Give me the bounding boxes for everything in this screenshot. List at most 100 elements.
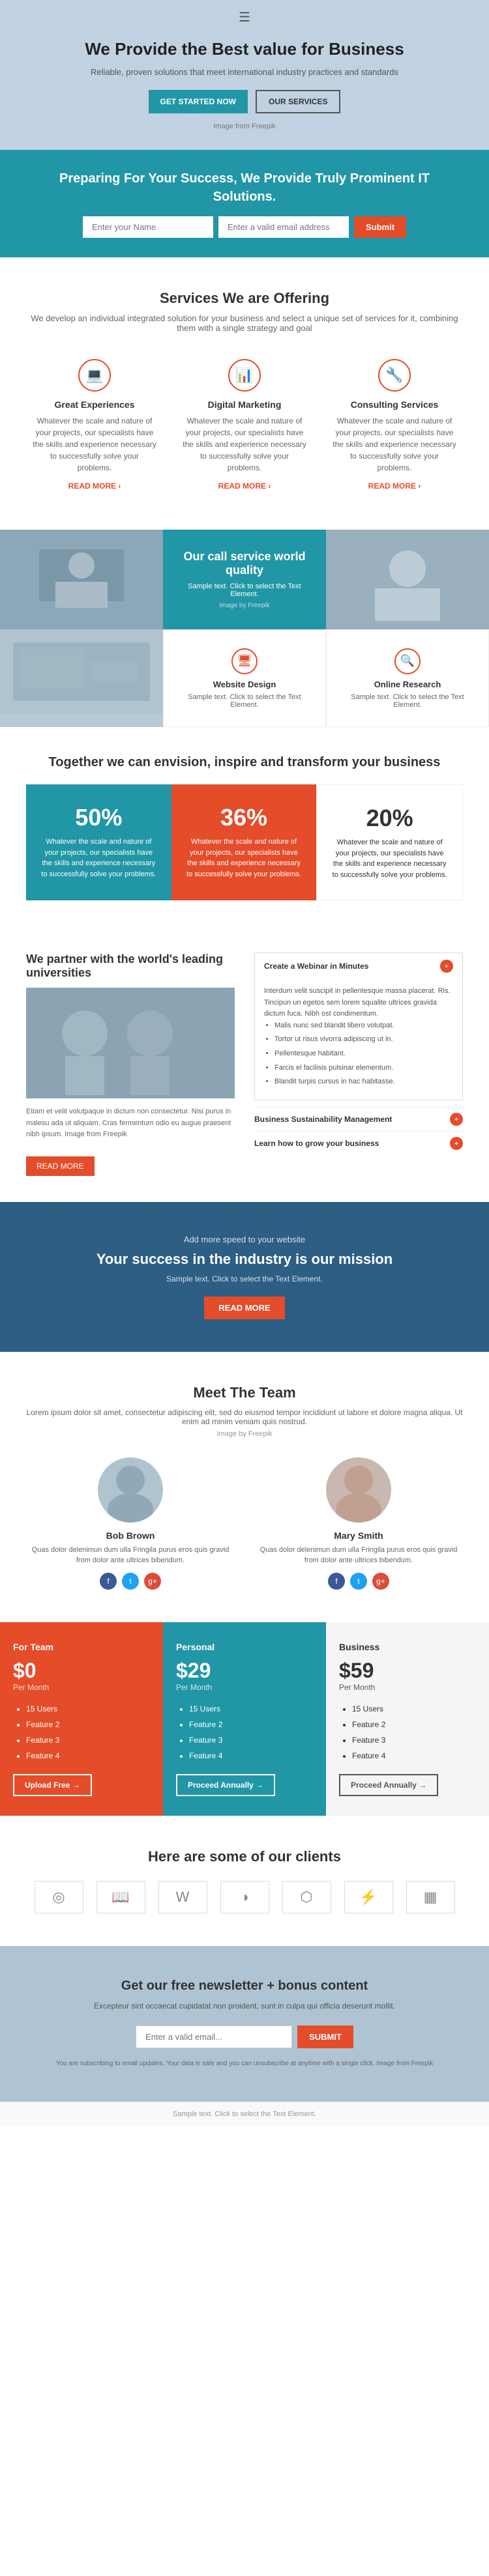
accordion-body: Interdum velit suscipit in pellentesque … <box>255 979 462 1100</box>
list-item: Pellentesque habitant. <box>274 1048 453 1060</box>
service-desc-1: Whatever the scale and nature of your pr… <box>183 415 306 474</box>
clients-section: Here are some of our clients ◎ 📖 W ◑ ⬡ ⚡… <box>0 1816 489 1946</box>
team-desc-0: Quas dolor delenimun dum ulla Fringila p… <box>26 1545 235 1566</box>
mission-section: Add more speed to your website Your succ… <box>0 1202 489 1352</box>
name-input[interactable] <box>83 216 213 238</box>
feature-item: Feature 3 <box>26 1732 150 1748</box>
feature-item: 15 Users <box>352 1701 476 1717</box>
client-logo-5: ⚡ <box>344 1881 393 1913</box>
accordion-list: Malis nunc sed blandit libero volutpat. … <box>264 1020 453 1088</box>
service-card-2: 🔧 Consulting Services Whatever the scale… <box>326 352 463 497</box>
team-social-1: f t g+ <box>254 1573 463 1590</box>
service-readmore-2[interactable]: READ MORE › <box>368 481 421 491</box>
stat-card-0: 50% Whatever the scale and nature of you… <box>26 784 171 900</box>
hero-subtitle: Reliable, proven solutions that meet int… <box>26 67 463 77</box>
accordion-toggle-icon[interactable]: + <box>440 960 453 973</box>
accordion-main: Create a Webinar in Minutes + Interdum v… <box>254 952 463 1100</box>
hero-image-credit: Image from Freepik <box>26 122 463 130</box>
grid-center-title: Our call service world quality <box>176 550 313 577</box>
feature-item: Feature 4 <box>352 1748 476 1764</box>
team-name-1: Mary Smith <box>254 1530 463 1541</box>
our-services-button[interactable]: OUR SERVICES <box>256 90 340 113</box>
footer-item-icon-0[interactable]: + <box>450 1113 463 1126</box>
stat-number-2: 20% <box>330 805 449 832</box>
website-title: Website Design <box>213 680 276 689</box>
service-icon-0: 💻 <box>78 359 111 392</box>
plan-price-1: $29 <box>176 1659 313 1683</box>
plan-price-sub-1: Per Month <box>176 1683 313 1692</box>
newsletter-submit-button[interactable]: SUBMIT <box>297 2025 353 2048</box>
team-card-1: Mary Smith Quas dolor delenimun dum ulla… <box>254 1457 463 1590</box>
grid-bottom-research: 🔍 Online Research Sample text. Click to … <box>326 629 489 727</box>
blue-banner-section: Preparing For Your Success, We Provide T… <box>0 150 489 257</box>
stat-text-2: Whatever the scale and nature of your pr… <box>330 837 449 880</box>
accordion-footer: Business Sustainability Management + Lea… <box>254 1107 463 1155</box>
pricing-card-0: For Team $0 Per Month 15 Users Feature 2… <box>0 1622 163 1816</box>
grid-center-credit: Image by Freepik <box>219 602 269 609</box>
hamburger-icon[interactable]: ☰ <box>239 9 250 25</box>
client-logo-2: W <box>158 1881 207 1913</box>
accordion-header[interactable]: Create a Webinar in Minutes + <box>255 953 462 979</box>
footer-item-icon-1[interactable]: + <box>450 1137 463 1150</box>
client-logo-1: 📖 <box>96 1881 145 1913</box>
partners-desc: Etiam et velit volutpaque in dictum non … <box>26 1106 235 1141</box>
pricing-btn-0[interactable]: Upload Free → <box>13 1774 92 1796</box>
stat-card-2: 20% Whatever the scale and nature of you… <box>316 784 463 900</box>
stat-number-0: 50% <box>39 804 158 831</box>
email-input[interactable] <box>218 216 349 238</box>
services-title: Services We are Offering <box>26 290 463 307</box>
partner-image <box>26 988 235 1098</box>
hero-title: We Provide the Best value for Business <box>26 39 463 59</box>
pricing-btn-1[interactable]: Proceed Annually → <box>176 1774 275 1796</box>
team-credit: Image by Freepik <box>26 1430 463 1438</box>
submit-button[interactable]: Submit <box>354 216 406 238</box>
mission-subtitle: Sample text. Click to select the Text El… <box>26 1274 463 1283</box>
hero-section: ☰ We Provide the Best value for Business… <box>0 0 489 150</box>
client-logo-0: ◎ <box>35 1881 83 1913</box>
facebook-icon-1[interactable]: f <box>328 1573 345 1590</box>
footer-item-title-1: Learn how to grow your business <box>254 1139 379 1148</box>
get-started-button[interactable]: GET STARTED NOW <box>149 90 248 113</box>
transform-section: Together we can envision, inspire and tr… <box>0 727 489 926</box>
grid-center-subtitle: Sample text. Click to select the Text El… <box>176 582 313 598</box>
client-logo-6: ▦ <box>406 1881 455 1913</box>
grid-photo-bottom-left <box>0 629 163 727</box>
stat-text-0: Whatever the scale and nature of your pr… <box>39 837 158 880</box>
facebook-icon-0[interactable]: f <box>100 1573 117 1590</box>
twitter-icon-0[interactable]: t <box>122 1573 139 1590</box>
plan-features-2: 15 Users Feature 2 Feature 3 Feature 4 <box>339 1701 476 1764</box>
services-grid: 💻 Great Experiences Whatever the scale a… <box>26 352 463 497</box>
feature-item: Feature 2 <box>352 1717 476 1732</box>
mission-top-text: Add more speed to your website <box>26 1235 463 1244</box>
grid-center-card: Our call service world quality Sample te… <box>163 530 326 629</box>
partners-read-more-button[interactable]: READ MORE <box>26 1156 95 1176</box>
team-avatar-1 <box>326 1457 391 1523</box>
googleplus-icon-0[interactable]: g+ <box>144 1573 161 1590</box>
pricing-btn-2[interactable]: Proceed Annually → <box>339 1774 438 1796</box>
googleplus-icon-1[interactable]: g+ <box>372 1573 389 1590</box>
client-logos-grid: ◎ 📖 W ◑ ⬡ ⚡ ▦ <box>26 1881 463 1913</box>
research-title: Online Research <box>374 680 441 689</box>
service-icon-1: 📊 <box>228 359 261 392</box>
stat-text-1: Whatever the scale and nature of your pr… <box>185 837 304 880</box>
mission-read-more-button[interactable]: READ MORE <box>204 1296 284 1319</box>
client-logo-4: ⬡ <box>282 1881 331 1913</box>
plan-label-2: Business <box>339 1642 476 1652</box>
service-readmore-1[interactable]: READ MORE › <box>218 481 271 491</box>
service-readmore-0[interactable]: READ MORE › <box>68 481 121 491</box>
footer-text: Sample text. Click to select the Text El… <box>173 2110 316 2118</box>
feature-item: Feature 4 <box>26 1748 150 1764</box>
pricing-card-2: Business $59 Per Month 15 Users Feature … <box>326 1622 489 1816</box>
newsletter-email-input[interactable] <box>136 2025 292 2048</box>
twitter-icon-1[interactable]: t <box>350 1573 367 1590</box>
footer-item-0: Business Sustainability Management + <box>254 1107 463 1131</box>
transform-title: Together we can envision, inspire and tr… <box>26 753 463 771</box>
footer-item-1: Learn how to grow your business + <box>254 1131 463 1155</box>
footer-item-title-0: Business Sustainability Management <box>254 1115 392 1124</box>
clients-title: Here are some of our clients <box>26 1848 463 1865</box>
grid-photo-right <box>326 530 489 629</box>
research-icon: 🔍 <box>394 648 421 674</box>
team-desc-1: Quas dolor delenimun dum ulla Fringila p… <box>254 1545 463 1566</box>
plan-price-sub-0: Per Month <box>13 1683 150 1692</box>
partners-title: We partner with the world's leading univ… <box>26 952 235 980</box>
